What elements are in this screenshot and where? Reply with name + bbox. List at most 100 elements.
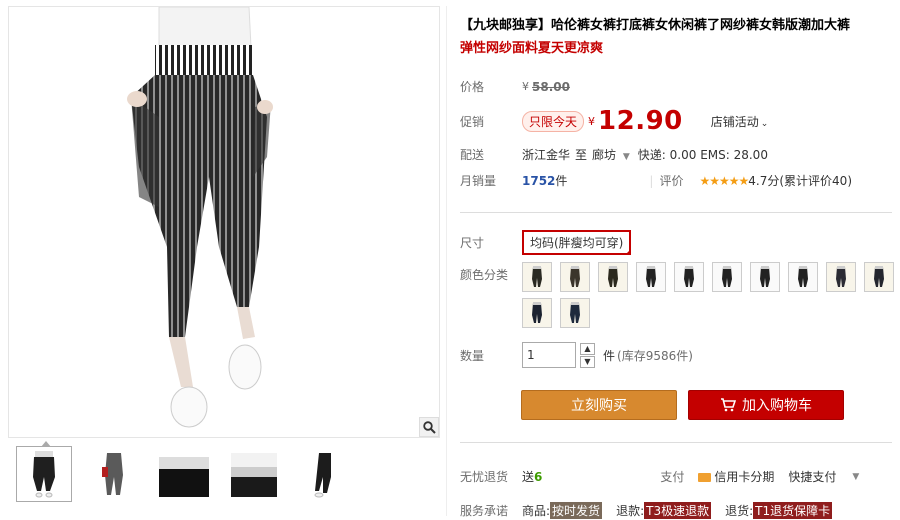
rating-label: 评价 bbox=[659, 174, 684, 188]
product-info-panel: 【九块邮独享】哈伦裤女裤打底裤女休闲裤了网纱裤女韩版潮加大裤 弹性网纱面料夏天更… bbox=[458, 0, 900, 520]
currency-symbol: ¥ bbox=[522, 80, 529, 93]
buy-now-button[interactable]: 立刻购买 bbox=[521, 390, 677, 420]
thumbnail-image bbox=[314, 453, 331, 498]
color-swatch[interactable] bbox=[674, 262, 704, 292]
add-to-cart-label: 加入购物车 bbox=[742, 398, 812, 414]
swatch-pants-thumb bbox=[684, 266, 694, 287]
swatch-pants-thumb bbox=[570, 266, 580, 287]
separator: | bbox=[649, 173, 654, 188]
promo-row: 促销 只限今天 ¥ 12.90 店铺活动 ⌄ bbox=[460, 106, 768, 136]
swatch-pants-thumb bbox=[836, 266, 846, 287]
thumbnail-image bbox=[231, 453, 277, 497]
color-swatch[interactable] bbox=[636, 262, 666, 292]
rating-text[interactable]: 4.7分(累计评价40) bbox=[748, 172, 852, 189]
divider bbox=[460, 212, 892, 213]
main-product-image[interactable] bbox=[8, 6, 440, 438]
color-swatch[interactable] bbox=[598, 262, 628, 292]
increase-button[interactable]: ▲ bbox=[580, 342, 595, 355]
thumbnail-5[interactable] bbox=[296, 446, 352, 502]
color-swatches bbox=[522, 262, 900, 328]
ship-origin: 浙江金华 bbox=[522, 148, 571, 162]
price-label: 价格 bbox=[460, 80, 485, 94]
fast-refund-tag: T3极速退款 bbox=[644, 502, 712, 519]
zoom-button[interactable] bbox=[419, 417, 439, 437]
color-swatch[interactable] bbox=[522, 262, 552, 292]
quantity-label: 数量 bbox=[460, 348, 485, 363]
size-option-label: 均码(胖瘦均可穿) bbox=[530, 236, 624, 250]
color-swatch[interactable] bbox=[560, 298, 590, 328]
thumbnail-2[interactable] bbox=[86, 446, 142, 502]
swatch-pants-thumb bbox=[760, 266, 770, 287]
shop-activity-label: 店铺活动 bbox=[710, 114, 759, 129]
cart-icon bbox=[721, 398, 736, 412]
service-goods-label: 商品: bbox=[522, 504, 551, 518]
thumbnail-3[interactable] bbox=[156, 446, 212, 502]
selected-check-icon bbox=[625, 249, 632, 255]
monthly-sales-count: 1752 bbox=[522, 173, 556, 188]
worry-free-value: 送 bbox=[522, 470, 535, 484]
color-label-row: 颜色分类 bbox=[460, 266, 522, 283]
on-time-shipping-tag: 按时发货 bbox=[550, 502, 603, 519]
service-return-label: 退货: bbox=[725, 504, 754, 518]
decrease-button[interactable]: ▼ bbox=[580, 355, 595, 368]
swatch-pants-thumb bbox=[570, 302, 580, 323]
price-row: 价格 ¥ 58.00 bbox=[460, 78, 570, 95]
service-refund-label: 退款: bbox=[616, 504, 645, 518]
ship-destination: 廊坊 bbox=[592, 148, 617, 162]
swatch-pants-thumb bbox=[874, 266, 884, 287]
original-price: 58.00 bbox=[532, 79, 570, 94]
thumbnail-image bbox=[102, 453, 123, 495]
size-label: 尺寸 bbox=[460, 236, 485, 250]
quantity-stepper: ▲ ▼ bbox=[580, 342, 595, 368]
monthly-sales-label: 月销量 bbox=[460, 174, 497, 188]
payment-row: 无忧退货 送 6 支付 信用卡分期 快捷支付 ▼ bbox=[460, 468, 859, 485]
ship-to: 至 bbox=[575, 148, 588, 162]
color-swatch[interactable] bbox=[560, 262, 590, 292]
shipping-fees: 快递: 0.00 EMS: 28.00 bbox=[637, 148, 768, 162]
swatch-pants-thumb bbox=[722, 266, 732, 287]
today-only-badge: 只限今天 bbox=[522, 110, 585, 132]
divider bbox=[460, 442, 892, 443]
add-to-cart-button[interactable]: 加入购物车 bbox=[688, 390, 844, 420]
chevron-down-icon: ⌄ bbox=[760, 118, 769, 129]
sales-row: 月销量 1752 件 | 评价 ★★★★★ 4.7分(累计评价40) bbox=[460, 172, 852, 189]
color-swatch[interactable] bbox=[712, 262, 742, 292]
magnifier-icon bbox=[422, 420, 436, 434]
thumbnail-4[interactable] bbox=[226, 446, 282, 502]
caret-down-icon: ▼ bbox=[622, 152, 630, 162]
rating-stars: ★★★★★ bbox=[699, 173, 749, 188]
service-label: 服务承诺 bbox=[460, 504, 509, 518]
thumbnail-1[interactable] bbox=[16, 441, 72, 502]
color-swatch[interactable] bbox=[864, 262, 894, 292]
promo-price: 12.90 bbox=[598, 106, 683, 136]
color-swatch[interactable] bbox=[826, 262, 856, 292]
active-thumb-indicator bbox=[41, 441, 51, 447]
swatch-pants-thumb bbox=[532, 302, 542, 323]
shop-activity-dropdown[interactable]: 店铺活动 ⌄ bbox=[711, 113, 769, 130]
worry-free-number: 6 bbox=[534, 469, 543, 484]
quick-pay-label: 快捷支付 bbox=[788, 470, 837, 484]
buy-now-label: 立刻购买 bbox=[571, 398, 627, 414]
thumbnail-image bbox=[159, 457, 209, 497]
color-swatch[interactable] bbox=[522, 298, 552, 328]
ship-destination-select[interactable]: 廊坊 ▼ bbox=[592, 146, 630, 163]
size-option-selected[interactable]: 均码(胖瘦均可穿) bbox=[522, 230, 632, 255]
caret-down-icon[interactable]: ▼ bbox=[852, 472, 859, 482]
thumbnail-image bbox=[33, 451, 55, 498]
return-guarantee-tag: T1退货保障卡 bbox=[753, 502, 833, 519]
worry-free-label: 无忧退货 bbox=[460, 470, 509, 484]
monthly-sales-unit: 件 bbox=[555, 174, 568, 188]
service-row: 服务承诺 商品: 按时发货 退款: T3极速退款 退货: T1退货保障卡 bbox=[460, 502, 833, 519]
credit-installment[interactable]: 信用卡分期 bbox=[698, 468, 774, 485]
promo-label: 促销 bbox=[460, 114, 485, 129]
swatch-pants-thumb bbox=[532, 266, 542, 287]
thumbnail-strip bbox=[8, 441, 440, 514]
color-swatch[interactable] bbox=[750, 262, 780, 292]
credit-card-icon bbox=[698, 473, 712, 482]
color-swatch[interactable] bbox=[788, 262, 818, 292]
shipping-label: 配送 bbox=[460, 148, 485, 162]
quantity-input[interactable]: 1 bbox=[522, 342, 576, 368]
payment-label: 支付 bbox=[660, 470, 685, 484]
credit-installment-label: 信用卡分期 bbox=[714, 470, 775, 484]
color-label: 颜色分类 bbox=[460, 268, 509, 282]
